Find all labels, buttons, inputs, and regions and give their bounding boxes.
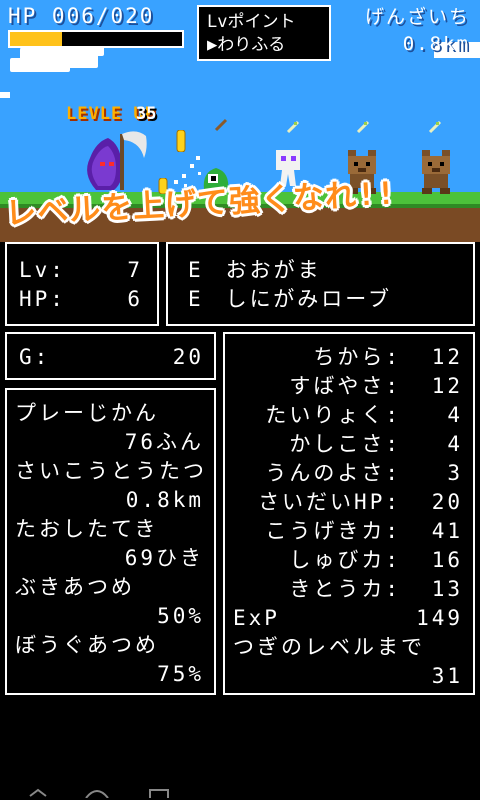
record-label: さいこうとうたつ [15,459,207,483]
equipment-armor[interactable]: E しにがみローブ [188,285,473,314]
record-label: ぶきあつめ [15,575,135,599]
gold-panel: G: 20 [5,332,216,380]
stat-row: ちから: 12 [233,343,463,372]
record-value: 76ふん [124,430,204,454]
recent-apps-icon[interactable] [148,788,170,798]
hp-value: 6 [127,287,143,311]
cloud [10,58,70,72]
stat-value: 13 [431,577,463,601]
stat-value: 16 [431,548,463,572]
record-value: 0.8km [125,488,204,512]
hp-label: HP: [19,287,66,311]
stat-label: ExP [233,606,280,630]
stat-value: 41 [431,519,463,543]
equipment-weapon[interactable]: E おおがま [188,256,473,285]
equipped-mark: E [188,287,204,311]
feather-item-icon [286,120,300,134]
stat-row: うんのよさ: 3 [233,459,463,488]
level-row: Lv: 7 [19,256,143,285]
stat-row: ExP 149 [233,604,463,633]
stat-row: さいだいHP: 20 [233,488,463,517]
stat-row: すばやさ: 12 [233,372,463,401]
distance-readout: げんざいち 0.8km [365,4,470,58]
stat-value: 4 [447,403,463,427]
cloud [40,48,76,60]
next-level-value: 31 [431,664,463,688]
game-scene[interactable]: HP 006/020 Lvポイント ▶わりふる げんざいち 0.8km LEVL… [0,0,480,242]
armor-name: しにがみローブ [225,287,392,311]
cloud [0,92,10,98]
feather-item-icon [356,120,370,134]
brown-bear-icon [422,150,450,194]
level-hp-panel: Lv: 7 HP: 6 [5,242,159,326]
stat-label: こうげきカ: [265,519,401,543]
hp-readout: HP 006/020 [8,4,155,28]
distance-value: 0.8km [402,33,470,55]
stat-row: こうげきカ: 41 [233,517,463,546]
back-icon[interactable] [28,788,48,798]
hp-bar [8,30,184,48]
stick-item-icon [214,118,228,132]
lv-point-label: Lvポイント [207,12,296,32]
stat-value: 20 [431,490,463,514]
stat-value: 12 [431,345,463,369]
stat-label: ちから: [313,345,401,369]
feather-item-icon [428,120,442,134]
stat-label: かしこさ: [289,432,401,456]
stat-label: きとうカ: [289,577,401,601]
level-up-number: 35 [136,104,157,124]
stat-value: 3 [447,461,463,485]
stat-label: しゅびカ: [289,548,401,572]
stat-value: 149 [416,606,463,630]
stat-row: きとうカ: 13 [233,575,463,604]
stat-row: しゅびカ: 16 [233,546,463,575]
gold-value: 20 [172,345,204,369]
gold-label: G: [19,345,51,369]
system-bar [0,782,480,800]
record-label: ぼうぐあつめ [15,633,159,657]
stat-label: さいだいHP: [258,490,401,514]
next-level-label: つぎのレベルまで [233,635,425,659]
equipment-panel[interactable]: E おおがま E しにがみローブ [166,242,475,326]
stat-value: 4 [447,432,463,456]
record-value: 75% [157,662,204,686]
lv-point-action: ▶わりふる [207,35,286,55]
stat-value: 12 [431,374,463,398]
level-label: Lv: [19,258,66,282]
record-value: 69ひき [124,546,204,570]
coin-icon [176,130,186,152]
hp-bar-fill [10,32,62,46]
stat-label: うんのよさ: [265,461,401,485]
stats-panel: ちから: 12 すばやさ: 12 たいりょく: 4 かしこさ: 4 うんのよさ: 3 さい… [223,332,475,695]
home-icon[interactable] [84,788,110,798]
distance-label: げんざいち [364,6,470,28]
equipped-mark: E [188,258,204,282]
gold-row: G: 20 [19,343,204,372]
record-value: 50% [157,604,204,628]
record-label: たおしたてき [15,517,159,541]
stat-label: たいりょく: [265,403,401,427]
level-value: 7 [127,258,143,282]
stat-row: かしこさ: 4 [233,430,463,459]
stat-label: すばやさ: [289,374,401,398]
hp-row: HP: 6 [19,285,143,314]
lv-point-button[interactable]: Lvポイント ▶わりふる [197,5,331,61]
weapon-name: おおがま [225,258,322,282]
record-label: プレーじかん [15,401,159,425]
records-panel: プレーじかん 76ふん さいこうとうたつ 0.8km たおしたてき 69ひき ぶ… [5,388,216,695]
stat-row: たいりょく: 4 [233,401,463,430]
